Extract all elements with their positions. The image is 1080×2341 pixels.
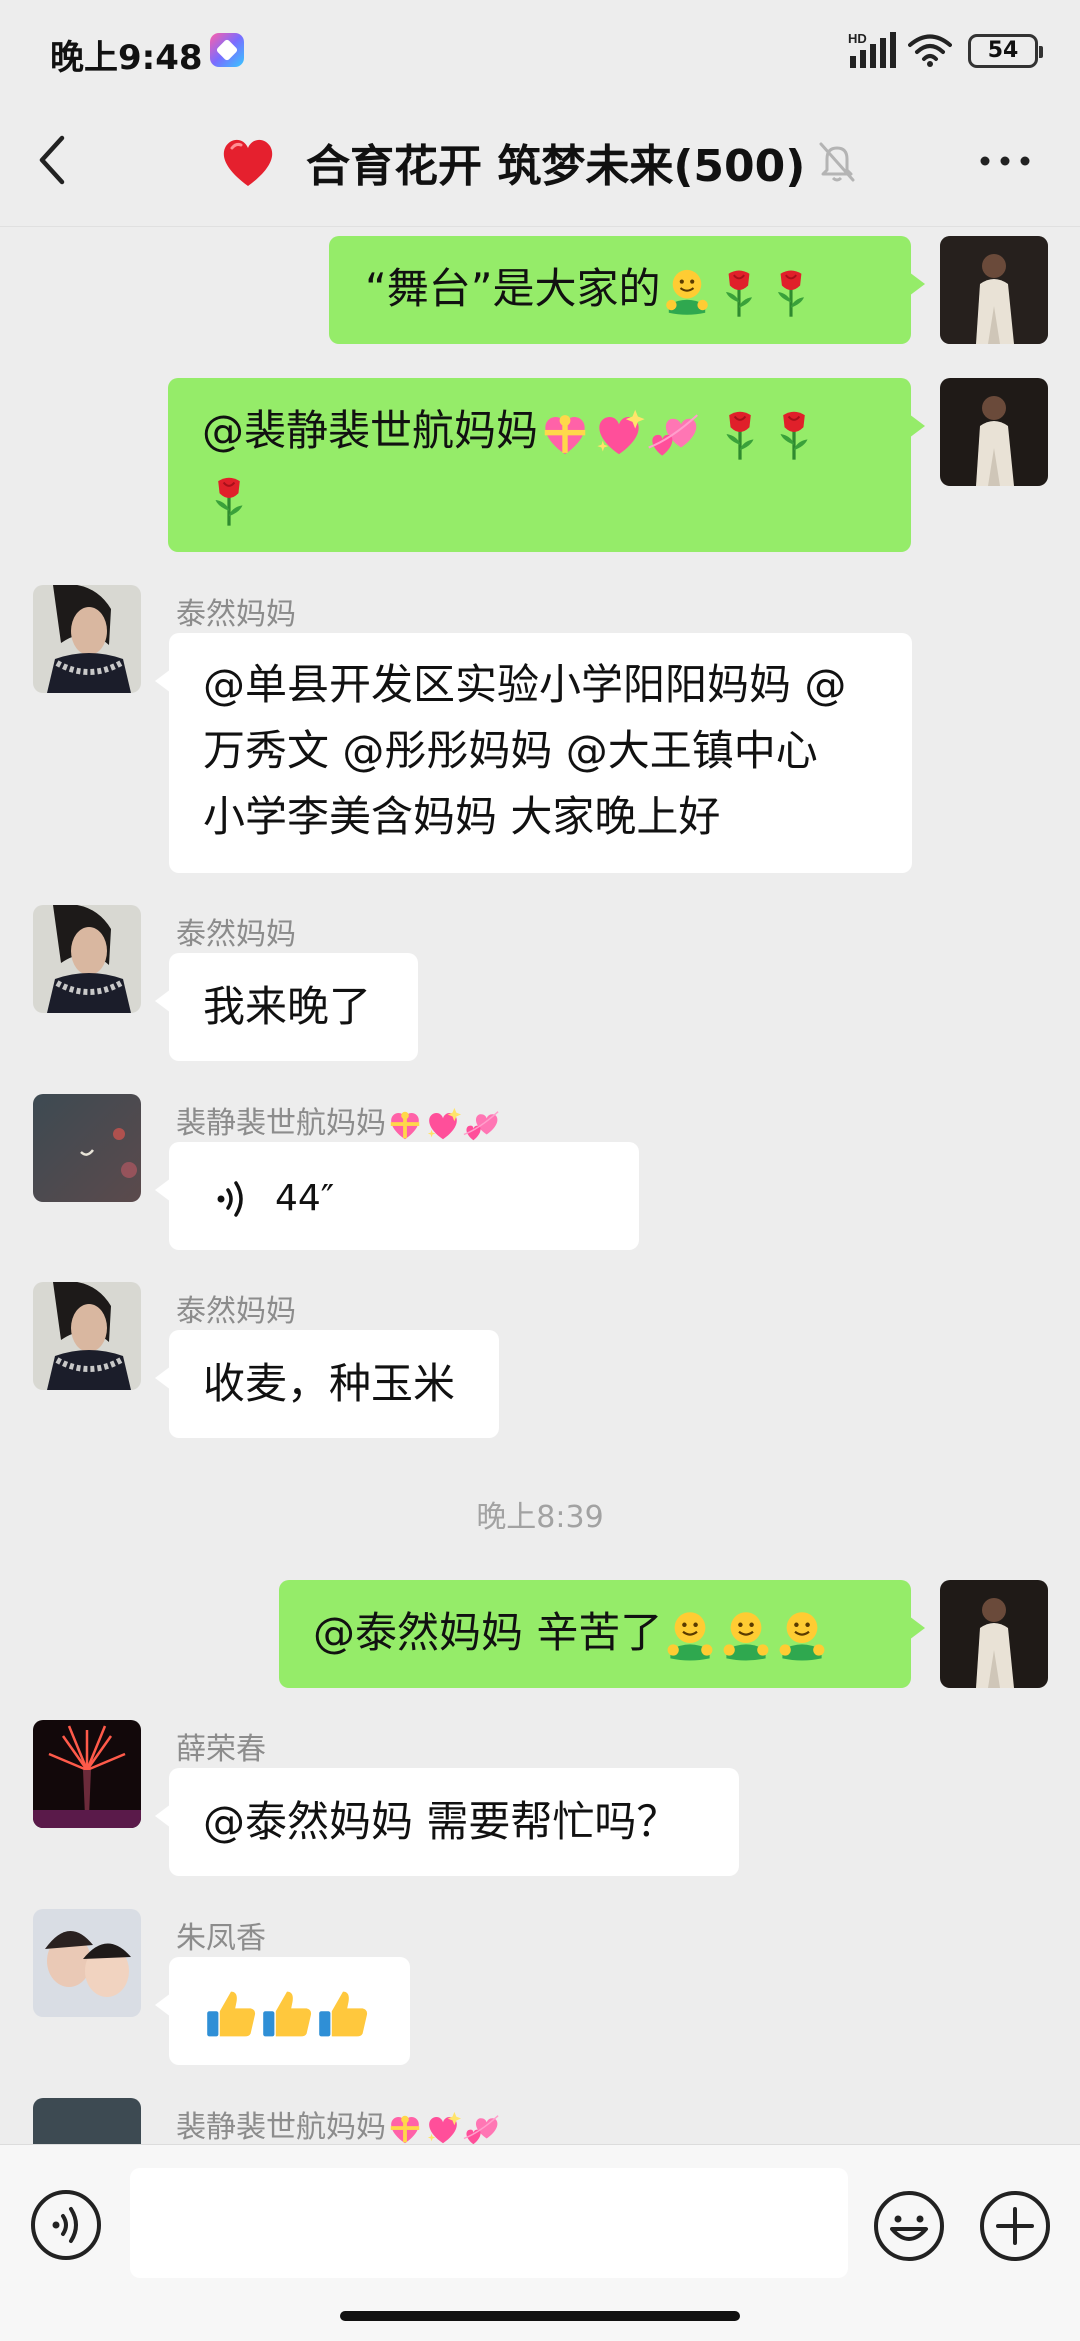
- thumbs-up-icon: [259, 1986, 315, 2042]
- battery-indicator: 54: [968, 34, 1043, 68]
- sender-avatar[interactable]: [33, 585, 141, 693]
- sender-avatar[interactable]: [33, 1720, 141, 1828]
- sender-name: 泰然妈妈: [176, 1294, 296, 1329]
- incoming-bubble[interactable]: 收麦，种玉米: [155, 1330, 499, 1438]
- status-bar: 晚上9:48 HD 54: [0, 0, 1080, 100]
- chat-title[interactable]: 合育花开 筑梦未来(500): [220, 130, 857, 194]
- sparkling-heart-icon: [592, 407, 646, 461]
- sender-name: 泰然妈妈: [176, 597, 296, 632]
- message-text-line: @单县开发区实验小学阳阳妈妈 @: [203, 660, 847, 709]
- sender-name: 裴静裴世航妈妈: [176, 1098, 500, 1144]
- voice-message-bubble[interactable]: 44″: [155, 1142, 639, 1250]
- sender-name: 泰然妈妈: [176, 917, 296, 952]
- status-time: 晚上9:48: [50, 38, 203, 78]
- hugging-face-icon: [661, 266, 713, 318]
- incoming-bubble[interactable]: 我来晚了: [155, 953, 418, 1061]
- wifi-icon: [908, 34, 952, 67]
- thumbs-up-icon: [203, 1986, 259, 2042]
- gift-heart-icon: [538, 407, 592, 461]
- hugging-face-icon: [718, 1608, 774, 1664]
- hd-label: HD: [848, 31, 867, 46]
- my-avatar[interactable]: [940, 378, 1048, 486]
- two-hearts-icon: [462, 1106, 500, 1144]
- home-indicator[interactable]: [340, 2311, 740, 2321]
- app-notification-icon: [210, 33, 244, 67]
- incoming-bubble[interactable]: @单县开发区实验小学阳阳妈妈 @ 万秀文 @彤彤妈妈 @大王镇中心 小学李美含妈…: [155, 633, 912, 873]
- mute-bell-icon: [819, 142, 855, 182]
- plus-icon[interactable]: [978, 2189, 1052, 2263]
- two-hearts-icon: [462, 2110, 500, 2148]
- message-input[interactable]: [130, 2168, 848, 2278]
- heart-icon: [223, 139, 273, 186]
- chat-header: 合育花开 筑梦未来(500): [0, 100, 1080, 227]
- outgoing-bubble[interactable]: @裴静裴世航妈妈: [168, 378, 925, 552]
- voice-wave-icon: [217, 1180, 243, 1217]
- my-avatar[interactable]: [940, 236, 1048, 344]
- message-text: @泰然妈妈 辛苦了: [313, 1608, 663, 1657]
- group-name: 合育花开 筑梦未来(500): [306, 141, 806, 192]
- composer-bar: [0, 2144, 1080, 2341]
- rose-icon: [713, 266, 765, 318]
- cellular-signal-icon: HD: [848, 31, 896, 68]
- voice-duration: 44″: [275, 1178, 335, 1219]
- message-text: @泰然妈妈 需要帮忙吗？: [203, 1797, 679, 1846]
- sender-avatar[interactable]: [33, 1282, 141, 1390]
- sender-avatar[interactable]: [33, 1094, 141, 1202]
- voice-input-icon[interactable]: [30, 2189, 102, 2261]
- message-text: 收麦，种玉米: [203, 1359, 456, 1408]
- message-text-line: 万秀文 @彤彤妈妈 @大王镇中心: [203, 726, 818, 775]
- outgoing-bubble[interactable]: @泰然妈妈 辛苦了: [279, 1580, 925, 1688]
- more-options-icon[interactable]: [975, 136, 1035, 186]
- sparkling-heart-icon: [424, 2110, 462, 2148]
- gift-heart-icon: [386, 1106, 424, 1144]
- gift-heart-icon: [386, 2110, 424, 2148]
- incoming-bubble[interactable]: [155, 1957, 410, 2065]
- sender-avatar[interactable]: [33, 1909, 141, 2017]
- incoming-bubble[interactable]: @泰然妈妈 需要帮忙吗？: [155, 1768, 739, 1876]
- sender-name: 裴静裴世航妈妈: [176, 2102, 500, 2148]
- message-text: 我来晚了: [203, 982, 372, 1031]
- sender-avatar[interactable]: [33, 905, 141, 1013]
- hugging-face-icon: [662, 1608, 718, 1664]
- message-text-line: 小学李美含妈妈 大家晚上好: [203, 792, 721, 841]
- sender-name: 朱凤香: [176, 1921, 266, 1956]
- thumbs-up-icon: [315, 1986, 371, 2042]
- rose-icon: [202, 473, 256, 527]
- outgoing-bubble[interactable]: “舞台”是大家的: [329, 236, 925, 344]
- two-hearts-icon: [646, 407, 700, 461]
- message-text: “舞台”是大家的: [365, 264, 661, 313]
- rose-icon: [765, 266, 817, 318]
- back-arrow-icon[interactable]: [28, 128, 78, 192]
- sparkling-heart-icon: [424, 1106, 462, 1144]
- message-text: @裴静裴世航妈妈: [202, 406, 539, 455]
- my-avatar[interactable]: [940, 1580, 1048, 1688]
- sender-name: 薛荣春: [176, 1732, 266, 1767]
- hugging-face-icon: [774, 1608, 830, 1664]
- time-separator: 晚上8:39: [476, 1500, 604, 1535]
- emoji-icon[interactable]: [872, 2189, 946, 2263]
- rose-icon: [767, 407, 821, 461]
- rose-icon: [713, 407, 767, 461]
